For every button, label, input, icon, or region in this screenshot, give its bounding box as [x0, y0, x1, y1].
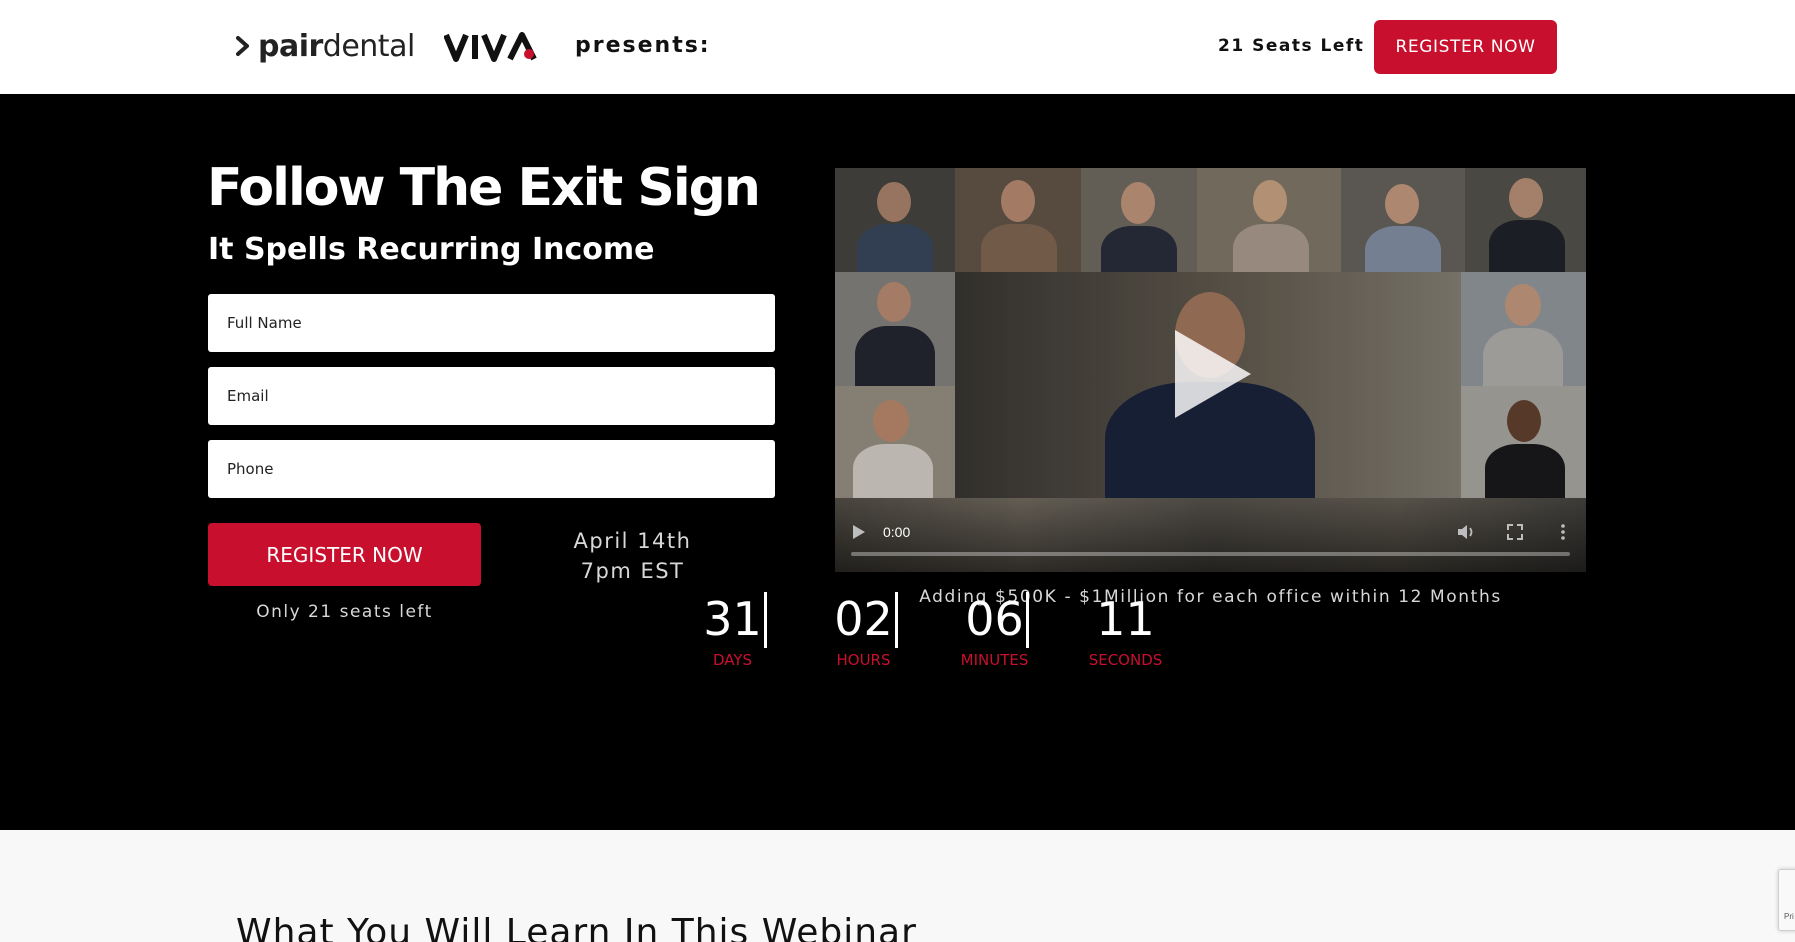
full-name-input[interactable] — [208, 294, 775, 352]
event-date-day: April 14th — [573, 529, 692, 553]
pair-chevron-icon — [236, 36, 249, 56]
countdown-seconds-label: SECONDS — [1088, 651, 1163, 669]
video-time: 0:00 — [883, 524, 911, 540]
countdown-hours-label: HOURS — [836, 651, 891, 669]
video-controls: 0:00 — [835, 496, 1586, 572]
volume-icon[interactable] — [1457, 524, 1475, 540]
countdown-timer: 31 DAYS 02 HOURS 06 MINUTES 11 SECONDS — [667, 590, 1191, 680]
pair-dental-logo[interactable]: pairdental — [236, 28, 415, 64]
countdown-seconds: 11 SECONDS — [1060, 590, 1191, 680]
more-icon[interactable] — [1561, 524, 1565, 540]
hero-subtitle: It Spells Recurring Income — [208, 232, 655, 267]
countdown-minutes-label: MINUTES — [960, 651, 1029, 669]
video-player[interactable]: 0:00 — [835, 168, 1586, 572]
phone-input[interactable] — [208, 440, 775, 498]
pair-dental-wordmark: pairdental — [258, 28, 415, 64]
countdown-days-label: DAYS — [712, 651, 753, 669]
video-progress-bar[interactable] — [851, 552, 1570, 556]
play-icon[interactable] — [1171, 326, 1255, 422]
recaptcha-badge[interactable]: Pri — [1778, 869, 1795, 931]
countdown-days-value: 31 — [703, 592, 762, 646]
event-date-time: 7pm EST — [580, 559, 685, 583]
countdown-seconds-value: 11 — [1096, 592, 1155, 646]
learn-section: What You Will Learn In This Webinar — [0, 830, 1795, 942]
email-input[interactable] — [208, 367, 775, 425]
site-header: pairdental presents: 21 Seats Left REGIS… — [0, 0, 1795, 94]
header-register-button[interactable]: REGISTER NOW — [1374, 20, 1557, 74]
hero-title: Follow The Exit Sign — [207, 158, 761, 218]
seats-note: Only 21 seats left — [256, 602, 433, 622]
countdown-days: 31 DAYS — [667, 590, 798, 680]
countdown-minutes: 06 MINUTES — [929, 590, 1060, 680]
countdown-minutes-value: 06 — [965, 592, 1024, 646]
seats-left-label: 21 Seats Left — [1218, 36, 1365, 56]
fullscreen-icon[interactable] — [1507, 524, 1523, 540]
hero-section: Follow The Exit Sign It Spells Recurring… — [0, 94, 1795, 830]
control-play-icon[interactable] — [852, 524, 866, 540]
countdown-divider — [1026, 592, 1029, 648]
recaptcha-text: Pri — [1784, 912, 1794, 921]
countdown-divider — [895, 592, 898, 648]
learn-section-title: What You Will Learn In This Webinar — [236, 912, 917, 942]
event-date: April 14th 7pm EST — [540, 526, 725, 586]
countdown-hours-value: 02 — [834, 592, 893, 646]
countdown-divider — [764, 592, 767, 648]
viva-logo-icon[interactable] — [444, 32, 548, 62]
form-register-button[interactable]: REGISTER NOW — [208, 523, 481, 586]
countdown-hours: 02 HOURS — [798, 590, 929, 680]
presents-label: presents: — [575, 33, 711, 58]
